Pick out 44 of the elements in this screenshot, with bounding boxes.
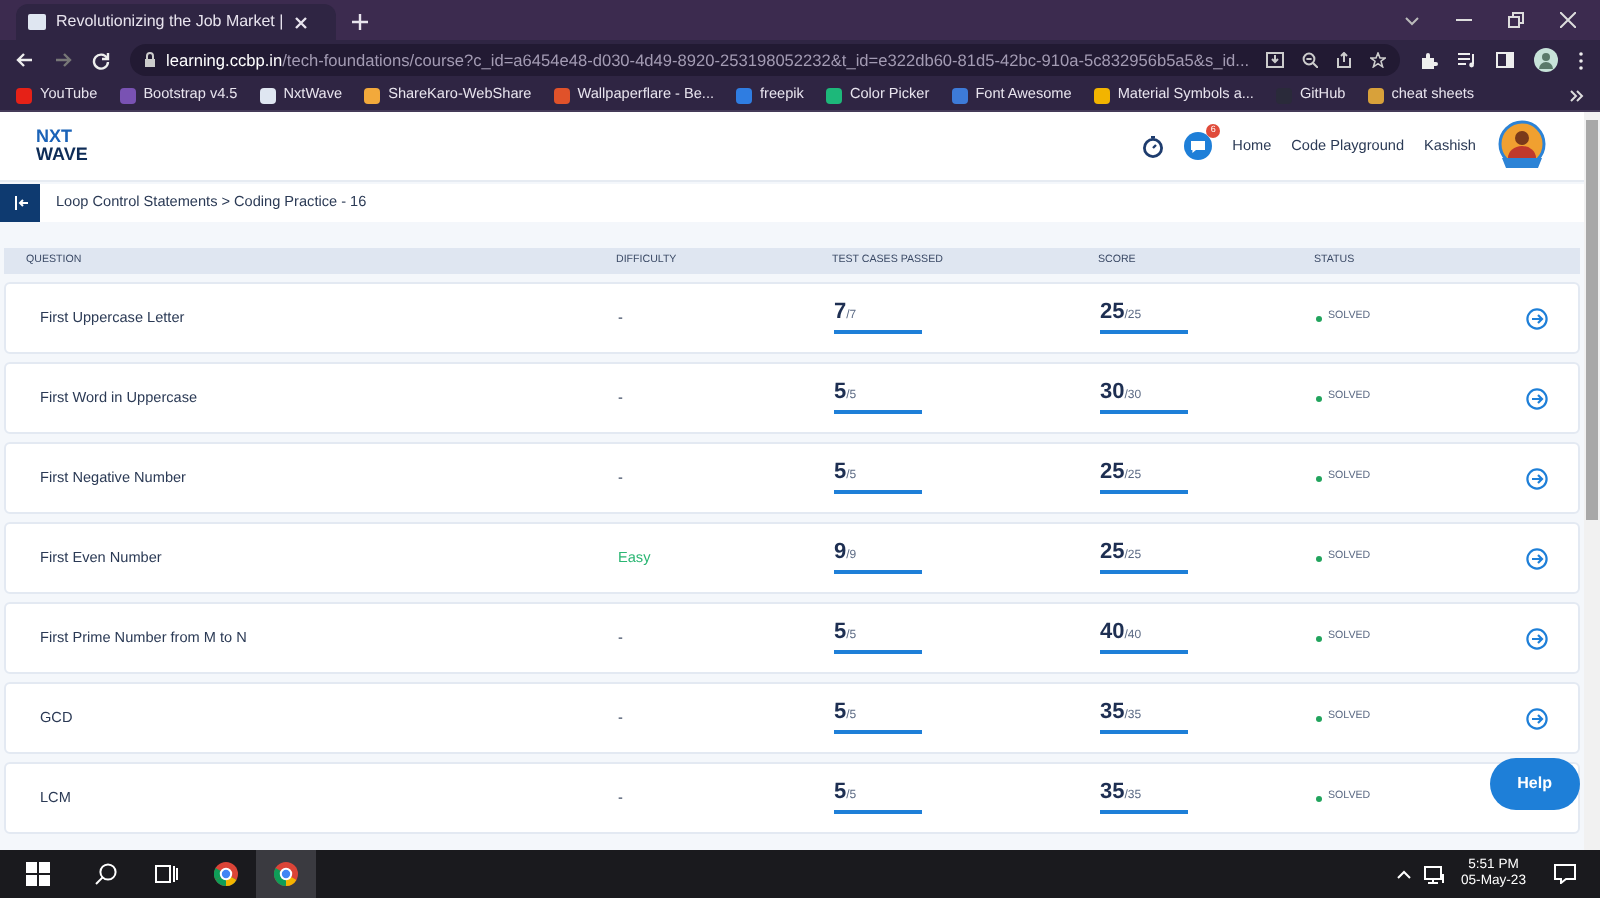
stopwatch-icon[interactable]	[1142, 135, 1165, 157]
back-icon[interactable]	[16, 52, 34, 68]
chrome-icon[interactable]	[274, 862, 298, 886]
arrow-right-circle-icon[interactable]	[1526, 707, 1548, 729]
search-icon[interactable]	[94, 862, 118, 886]
minimize-icon[interactable]	[1456, 18, 1472, 22]
sidebar-toggle-button[interactable]	[0, 184, 40, 222]
lock-icon	[144, 52, 156, 68]
share-icon[interactable]	[1336, 52, 1352, 68]
profile-avatar-icon[interactable]	[1534, 48, 1558, 72]
address-bar[interactable]: learning.ccbp.in/tech-foundations/course?c_id=a6454e48-d030-4d49-8920-253198052232&t_id=e322db60-81d5-42bc-910a-5c832956b5a5&s_id...	[130, 44, 1400, 76]
reload-icon[interactable]	[92, 51, 110, 69]
extensions-icon[interactable]	[1420, 51, 1438, 69]
media-icon[interactable]	[1458, 52, 1476, 68]
task-view-icon[interactable]	[154, 862, 178, 886]
forward-icon[interactable]	[54, 52, 72, 68]
notifications-icon[interactable]	[1554, 864, 1576, 884]
star-icon[interactable]	[1370, 52, 1386, 68]
more-icon[interactable]	[1578, 51, 1584, 69]
avatar[interactable]	[1496, 120, 1548, 172]
install-icon[interactable]	[1266, 52, 1284, 68]
arrow-right-circle-icon[interactable]	[1526, 467, 1548, 489]
chrome-icon[interactable]	[214, 862, 238, 886]
more-bookmarks-icon[interactable]	[1570, 89, 1584, 101]
scrollbar[interactable]	[1584, 112, 1600, 850]
new-tab-icon[interactable]	[352, 14, 368, 30]
arrow-right-circle-icon[interactable]	[1526, 627, 1548, 649]
chevron-up-icon[interactable]	[1395, 869, 1411, 879]
zoom-icon[interactable]	[1302, 52, 1318, 68]
chevron-down-icon[interactable]	[1404, 15, 1420, 25]
logo[interactable]: NXT WAVE	[36, 128, 88, 164]
close-icon[interactable]	[293, 15, 308, 29]
close-icon[interactable]	[1560, 12, 1576, 28]
side-panel-icon[interactable]	[1496, 52, 1514, 68]
chat-icon	[1190, 139, 1207, 153]
arrow-right-circle-icon[interactable]	[1526, 307, 1548, 329]
arrow-right-circle-icon[interactable]	[1526, 387, 1548, 409]
browser-tab[interactable]: Revolutionizing the Job Market |	[16, 4, 336, 40]
network-icon[interactable]	[1423, 865, 1445, 883]
collapse-icon	[13, 196, 27, 210]
help-button[interactable]: Help	[1489, 758, 1580, 810]
restore-icon[interactable]	[1508, 12, 1524, 28]
windows-start-icon[interactable]	[26, 862, 50, 886]
arrow-right-circle-icon[interactable]	[1526, 547, 1548, 569]
